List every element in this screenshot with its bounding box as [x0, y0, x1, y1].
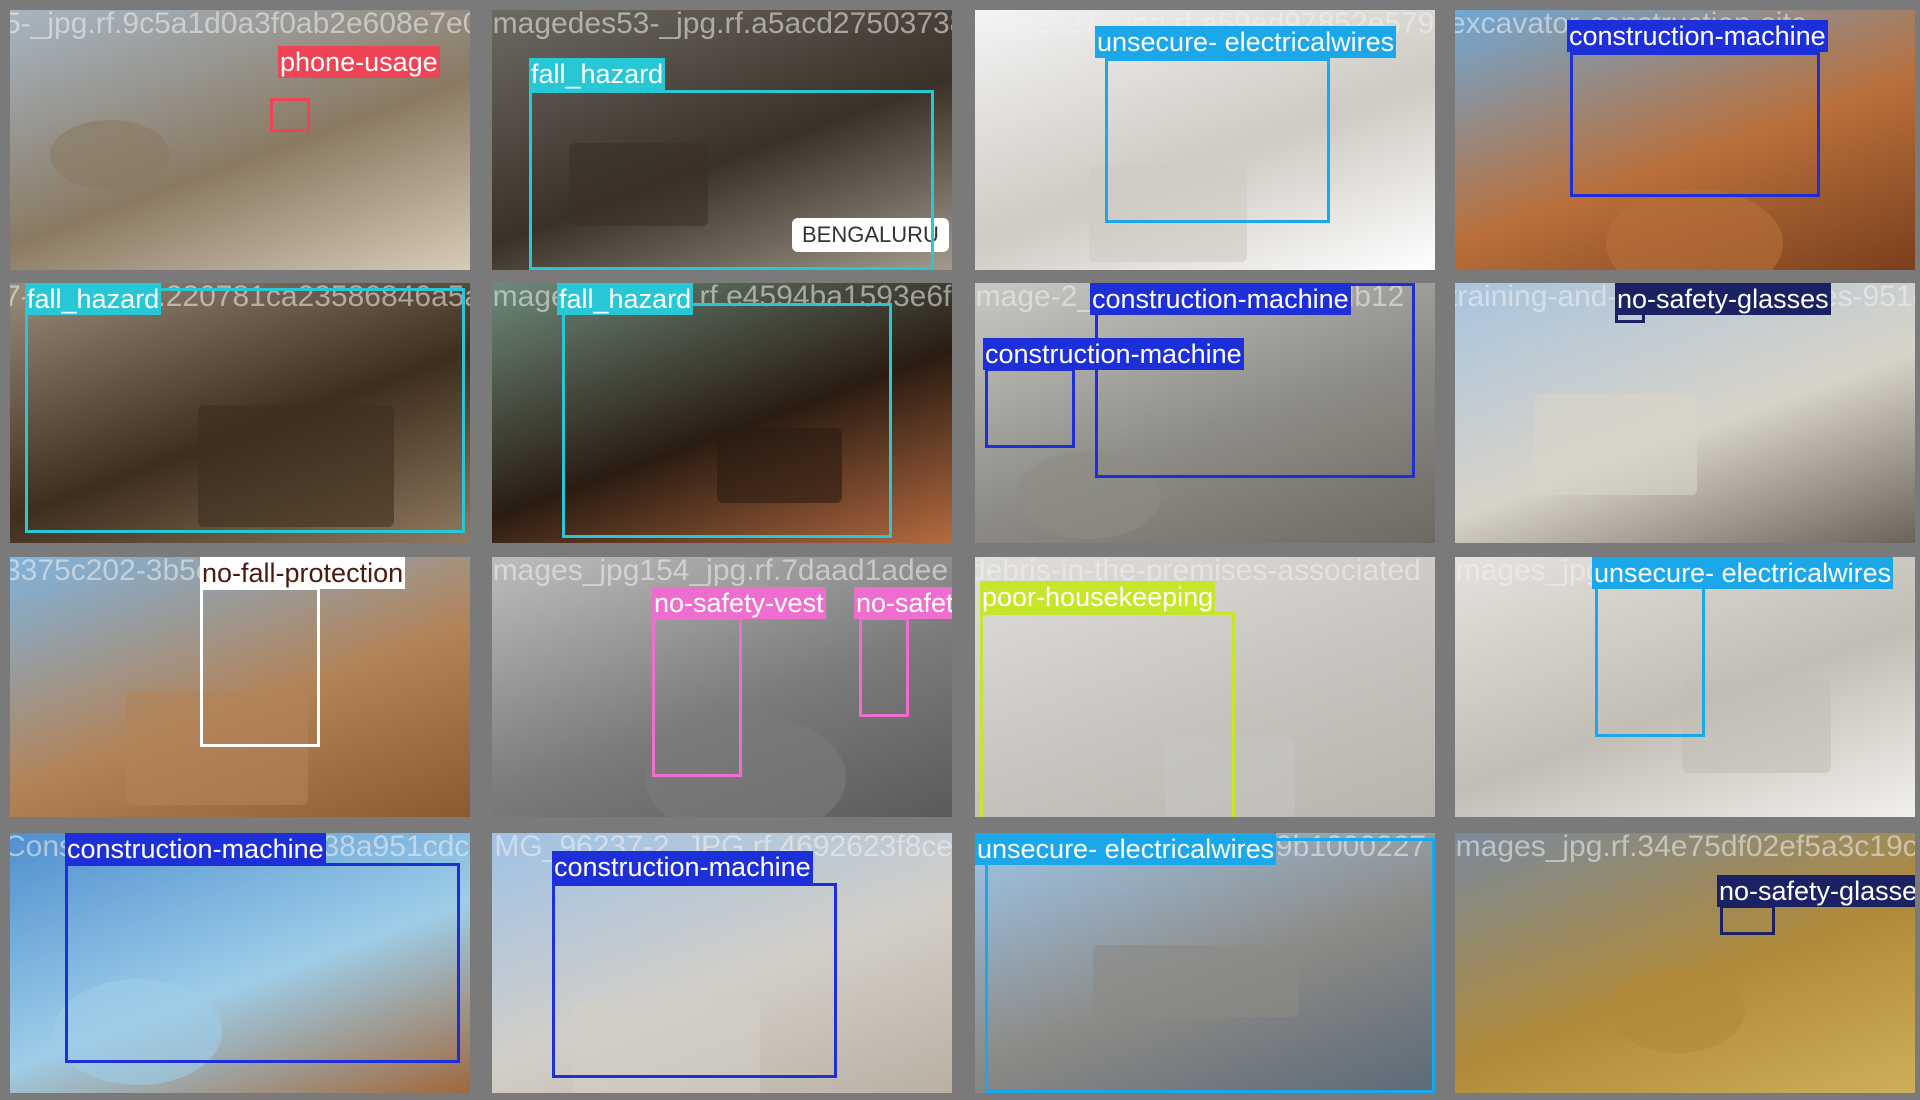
detection-label: construction-machine — [1567, 20, 1828, 52]
image-tile[interactable]: 3375c202-3b5e4c68da89956no-fall-protecti… — [10, 557, 470, 817]
detection-label: phone-usage — [278, 46, 440, 78]
detection-label: no-fall-protection — [200, 557, 406, 589]
detection-label: no-safety-vest — [652, 587, 826, 619]
detection-box[interactable] — [1105, 58, 1330, 223]
image-tile[interactable]: images_jpg.rf.2da67 unsecure- electricalw… — [1455, 557, 1915, 817]
detection-box[interactable] — [562, 303, 892, 538]
detection-label: unsecure- electricalwires — [1592, 557, 1894, 589]
detection-label: construction-machine — [65, 833, 326, 865]
detection-grid: 5-_jpg.rf.9c5a1d0a3f0ab2e608e7e0d6 phone-… — [0, 0, 1920, 1100]
detection-box[interactable] — [270, 98, 310, 132]
detection-box[interactable] — [859, 617, 909, 717]
detection-box[interactable] — [980, 612, 1235, 817]
detection-label: no-safety-vest — [854, 587, 952, 619]
detection-label: unsecure- electricalwires — [975, 833, 1277, 865]
image-filename: 5-_jpg.rf.9c5a1d0a3f0ab2e608e7e0d6 — [10, 10, 470, 40]
image-filename: images_jpg154_jpg.rf.7daad1adee — [492, 557, 949, 587]
detection-label: construction-machine — [983, 338, 1244, 370]
image-tile[interactable]: Construction-machine-538a951cdcconstruct… — [10, 833, 470, 1093]
image-tile[interactable]: 7-39-_jpg.rf.220781ca23586846a5a48f4b1fa… — [10, 283, 470, 543]
image-tile[interactable]: imagedes53-_jpg.rf.a5acd27503738726e2c8e… — [492, 10, 952, 270]
detection-box[interactable] — [25, 288, 465, 533]
detection-label: poor-housekeeping — [980, 581, 1216, 613]
image-filename: imagedes53-_jpg.rf.a5acd27503738726e2c8e… — [492, 10, 952, 40]
detection-box[interactable] — [1595, 577, 1705, 737]
detection-box[interactable] — [200, 587, 320, 747]
detection-box[interactable] — [552, 883, 837, 1078]
image-tile[interactable]: image-2_JPG.rf.925646b38db12construction… — [975, 283, 1435, 543]
detection-box[interactable] — [1570, 52, 1820, 197]
detection-box[interactable] — [652, 617, 742, 777]
image-tile[interactable]: images_jpg154_jpg.rf.7daad1adee no-safety… — [492, 557, 952, 817]
detection-label: no-safety-glasses — [1717, 875, 1915, 907]
image-tile[interactable]: training-and-no-safety-glasses-951e8no-s… — [1455, 283, 1915, 543]
detection-label: unsecure- electricalwires — [1095, 26, 1397, 58]
image-tile[interactable]: images30_JPG.rf.e4594ba1593e6fd8f5604cfa… — [492, 283, 952, 543]
image-tile[interactable]: IMG_96237-2_JPG.rf.4692623f8ce52 construc… — [492, 833, 952, 1093]
detection-box[interactable] — [985, 368, 1075, 448]
detection-box[interactable] — [1720, 905, 1775, 935]
detection-label: fall_hazard — [529, 58, 666, 90]
image-tile[interactable]: 5-_jpg.rf.9c5a1d0a3f0ab2e608e7e0d6 phone-… — [10, 10, 470, 270]
scene-shape — [1606, 189, 1783, 270]
detection-label: fall_hazard — [25, 283, 162, 315]
image-tile[interactable]: debris-in-the-premises-associated poor-ho… — [975, 557, 1435, 817]
image-tile[interactable]: excavator-construction-siteconstruction-… — [1455, 10, 1915, 270]
image-filename: images_jpg.rf.34e75df02ef5a3c19c9a3 — [1455, 833, 1915, 863]
detection-box[interactable] — [985, 838, 1435, 1093]
scene-shape — [1534, 394, 1697, 495]
image-tile[interactable]: images27-_jpg.rf.a59ed97852e579fe4a3f29u… — [975, 10, 1435, 270]
detection-box[interactable] — [529, 90, 934, 270]
scene-shape — [1610, 968, 1745, 1053]
scene-shape — [50, 120, 170, 190]
detection-label: construction-machine — [552, 851, 813, 883]
detection-label: fall_hazard — [557, 283, 694, 315]
detection-label: no-safety-glasses — [1615, 283, 1831, 315]
detection-label: construction-machine — [1090, 283, 1351, 315]
image-tile[interactable]: images_jpg.rf.34e75df02ef5a3c19c9a3 no-sa… — [1455, 833, 1915, 1093]
image-tile[interactable]: jpg.rf.4ac6301219b7419b1000227unsecure- … — [975, 833, 1435, 1093]
detection-box[interactable] — [65, 863, 460, 1063]
